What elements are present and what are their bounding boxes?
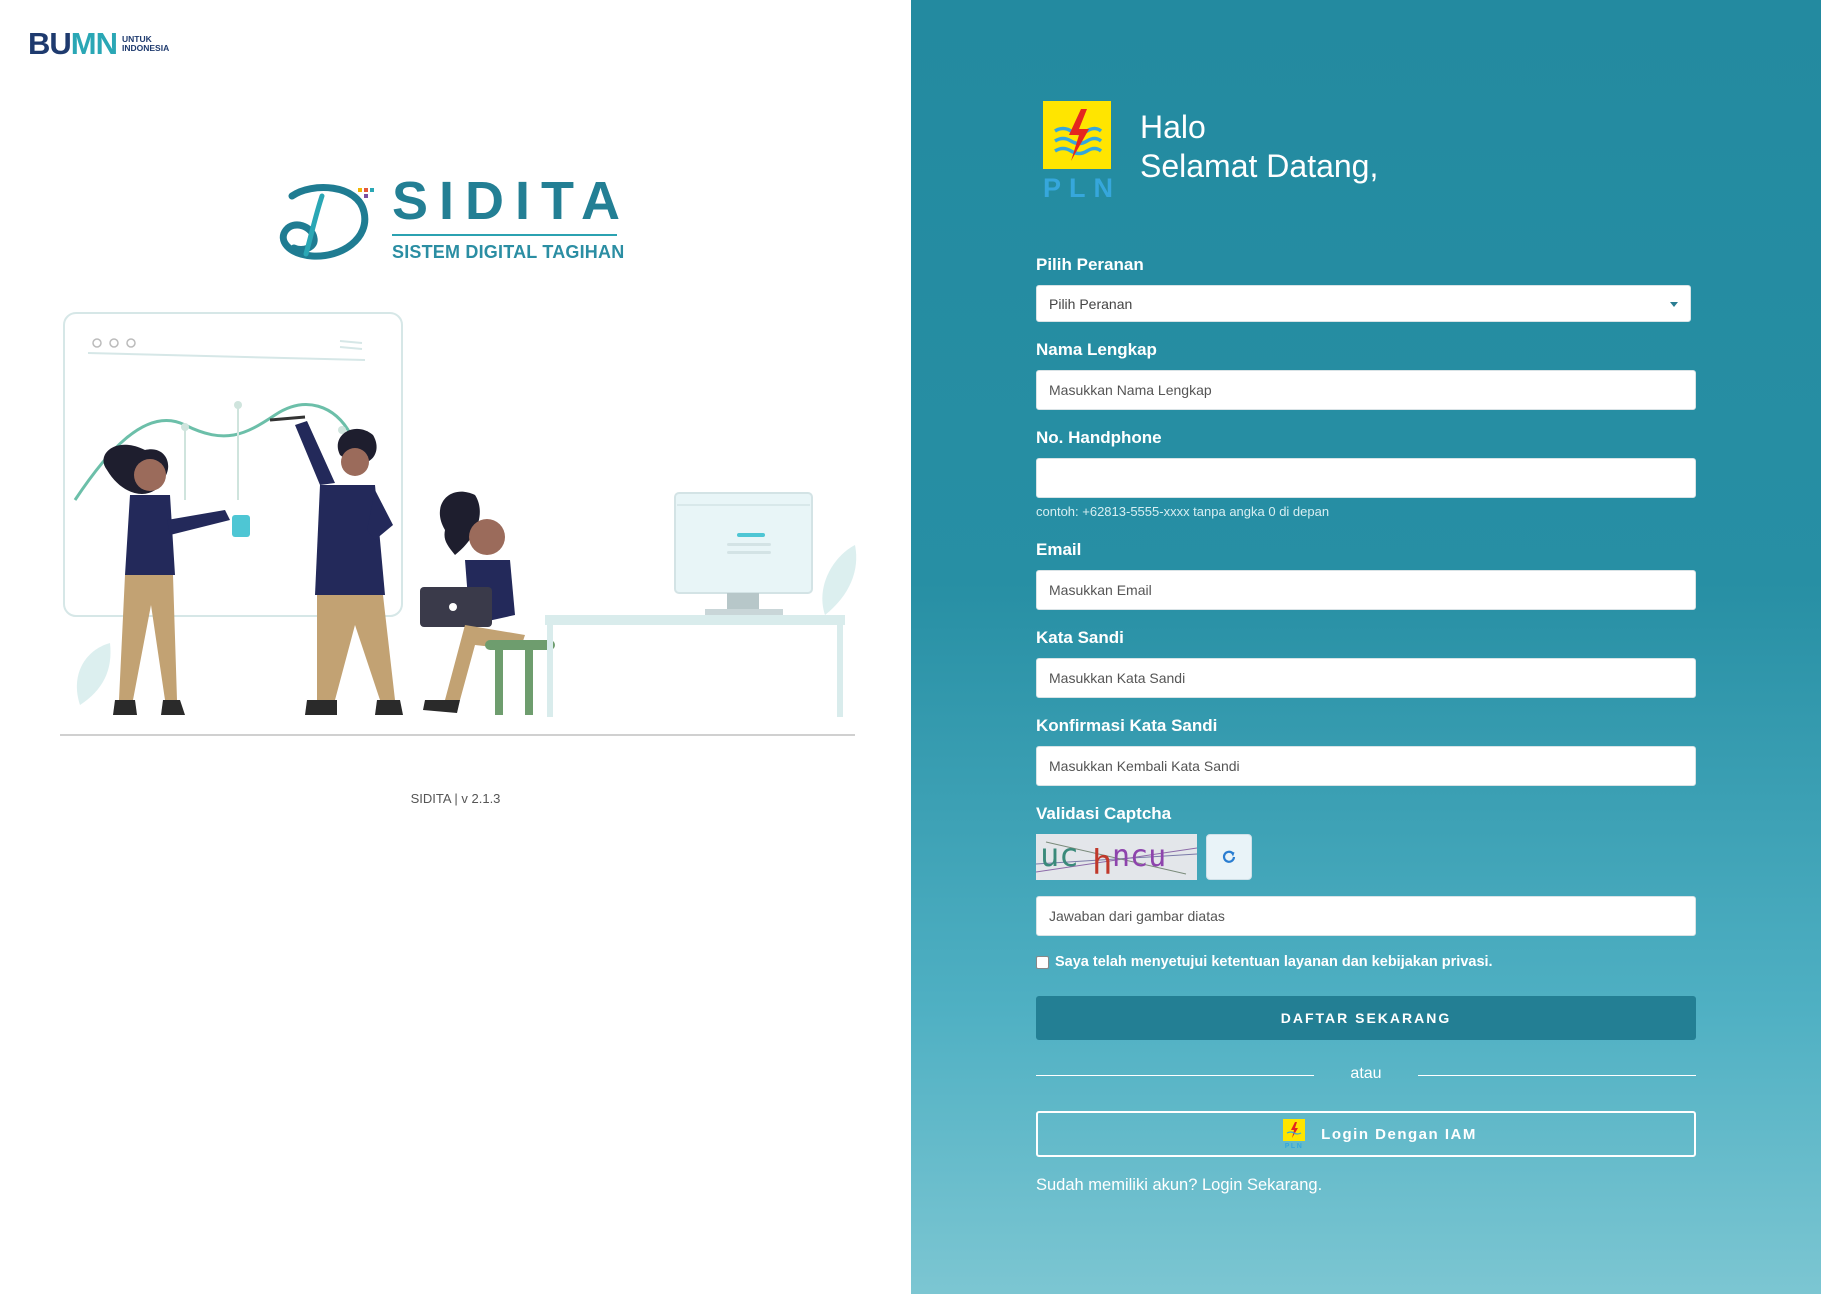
register-panel: PLN Halo Selamat Datang, Pilih Peranan P… (911, 0, 1821, 1294)
sidita-d-icon (279, 184, 374, 260)
pln-logo: PLN (1043, 101, 1121, 203)
email-label: Email (1036, 540, 1082, 559)
team-illustration (60, 312, 857, 736)
full-name-input[interactable] (1036, 370, 1696, 410)
greeting-line-2: Selamat Datang, (1140, 148, 1379, 184)
brand-rule (392, 234, 617, 236)
bumn-logo-mark: BUMN (28, 26, 118, 61)
phone-label: No. Handphone (1036, 428, 1162, 447)
captcha-image: uc h ncu (1036, 834, 1197, 880)
sidita-brand-logo: SIDITA SISTEM DIGITAL TAGIHAN (272, 172, 632, 272)
login-iam-button[interactable]: PLN Login Dengan IAM (1036, 1111, 1696, 1157)
login-iam-label: Login Dengan IAM (1321, 1125, 1477, 1143)
lightning-icon (1054, 109, 1103, 161)
email-input[interactable] (1036, 570, 1696, 610)
login-link[interactable]: Sudah memiliki akun? Login Sekarang. (1036, 1176, 1322, 1195)
or-divider-text: atau (1350, 1065, 1382, 1082)
register-button[interactable]: DAFTAR SEKARANG (1036, 996, 1696, 1040)
svg-text:ncu: ncu (1112, 839, 1166, 874)
pln-logo-text: PLN (1043, 173, 1121, 203)
captcha-refresh-button[interactable] (1206, 834, 1252, 880)
password-input[interactable] (1036, 658, 1696, 698)
brand-name: SIDITA (392, 171, 631, 231)
greeting: Halo Selamat Datang, (1140, 108, 1378, 186)
phone-hint: contoh: +62813-5555-xxxx tanpa angka 0 d… (1036, 504, 1330, 519)
captcha-answer-input[interactable] (1036, 896, 1696, 936)
password-label: Kata Sandi (1036, 628, 1124, 647)
svg-text:PLN: PLN (1285, 1143, 1304, 1149)
or-divider: atau (1036, 1065, 1696, 1085)
bumn-logo: BUMN UNTUK INDONESIA (28, 28, 169, 59)
chevron-down-icon (1670, 302, 1678, 307)
agree-terms-label: Saya telah menyetujui ketentuan layanan … (1055, 954, 1493, 970)
role-label: Pilih Peranan (1036, 255, 1144, 274)
phone-input[interactable] (1036, 458, 1696, 498)
pln-logo-mark (1043, 101, 1111, 169)
pln-icon: PLN (1283, 1119, 1306, 1149)
full-name-label: Nama Lengkap (1036, 340, 1157, 359)
brand-tagline: SISTEM DIGITAL TAGIHAN (392, 242, 625, 262)
svg-text:uc: uc (1040, 836, 1079, 874)
svg-text:h: h (1092, 843, 1112, 880)
password-confirm-input[interactable] (1036, 746, 1696, 786)
login-now-link[interactable]: Sudah memiliki akun? Login Sekarang. (1036, 1176, 1322, 1194)
agree-terms-checkbox[interactable] (1036, 955, 1049, 969)
greeting-line-1: Halo (1140, 109, 1206, 145)
password-confirm-label: Konfirmasi Kata Sandi (1036, 716, 1218, 735)
captcha-label: Validasi Captcha (1036, 804, 1172, 823)
left-panel: BUMN UNTUK INDONESIA SIDITA SISTEM DIGIT… (0, 0, 911, 1294)
role-select-value: Pilih Peranan (1049, 295, 1133, 312)
bumn-logo-subtext: UNTUK INDONESIA (122, 33, 170, 53)
agree-terms-row[interactable]: Saya telah menyetujui ketentuan layanan … (1036, 954, 1493, 970)
refresh-icon (1222, 850, 1236, 863)
role-select[interactable]: Pilih Peranan (1036, 285, 1691, 322)
app-version: SIDITA | v 2.1.3 (410, 791, 501, 806)
